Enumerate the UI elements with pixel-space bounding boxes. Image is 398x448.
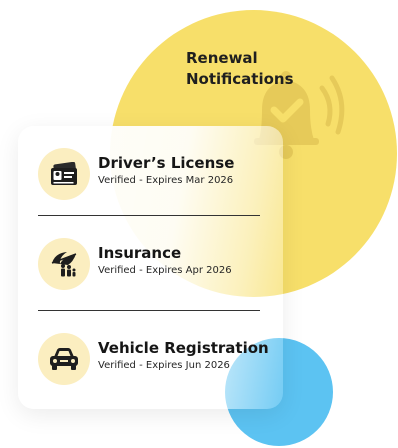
document-status: Verified - Expires Mar 2026 [98, 175, 234, 186]
car-icon [38, 333, 90, 385]
title-line-1: Renewal [186, 49, 258, 67]
document-item-drivers-license[interactable]: Driver’s License Verified - Expires Mar … [38, 148, 283, 204]
document-title: Insurance [98, 244, 182, 262]
renewal-notifications-graphic: Renewal Notifications Driver’s License V… [0, 0, 398, 448]
documents-card: Driver’s License Verified - Expires Mar … [18, 126, 283, 409]
document-title: Driver’s License [98, 154, 235, 172]
document-item-vehicle-registration[interactable]: Vehicle Registration Verified - Expires … [38, 333, 283, 389]
title-line-2: Notifications [186, 70, 294, 88]
document-status: Verified - Expires Apr 2026 [98, 265, 232, 276]
divider [38, 215, 260, 216]
renewal-notifications-title: Renewal Notifications [186, 48, 306, 90]
divider [38, 310, 260, 311]
umbrella-family-icon [38, 238, 90, 290]
document-item-insurance[interactable]: Insurance Verified - Expires Apr 2026 [38, 238, 283, 294]
document-status: Verified - Expires Jun 2026 [98, 360, 230, 371]
document-title: Vehicle Registration [98, 339, 269, 357]
id-card-icon [38, 148, 90, 200]
